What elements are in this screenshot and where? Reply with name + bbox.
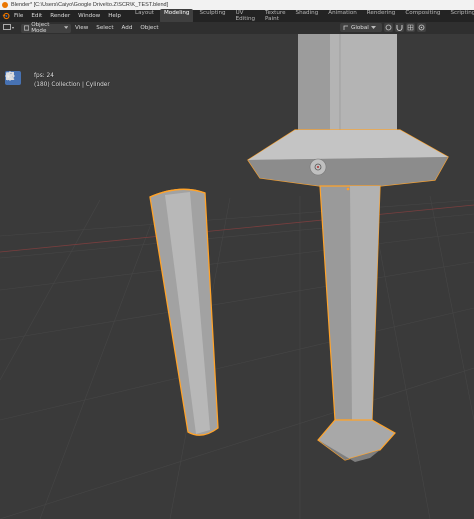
tab-layout[interactable]: Layout (131, 9, 158, 23)
fps-readout: fps: 24 (34, 73, 54, 79)
sword-blade-object[interactable] (298, 34, 397, 130)
tab-animation[interactable]: Animation (324, 9, 361, 23)
snap-element-select[interactable] (406, 23, 415, 32)
editor-type-button[interactable] (0, 24, 18, 33)
editor-type-icon (3, 24, 14, 30)
pivot-point-button[interactable] (384, 23, 393, 32)
floor-grid (0, 195, 474, 519)
tab-modeling[interactable]: Modeling (159, 9, 194, 23)
snap-grid-icon (407, 24, 414, 31)
tool-scale[interactable] (5, 72, 21, 154)
proportional-edit-icon (418, 24, 425, 31)
workspace-tabs: Layout Modeling Sculpting UV Editing Tex… (131, 9, 474, 23)
menu-object[interactable]: Object (136, 25, 162, 31)
chevron-down-icon (370, 25, 376, 29)
object-mode-label: Object Mode (31, 22, 50, 34)
blender-menu-icon[interactable] (2, 11, 10, 21)
tool-annotate[interactable] (5, 73, 21, 191)
tool-transform[interactable] (5, 72, 21, 170)
light-object-icon[interactable] (309, 158, 327, 176)
tab-compositing[interactable]: Compositing (401, 9, 444, 23)
tab-rendering[interactable]: Rendering (363, 9, 400, 23)
menu-window[interactable]: Window (74, 13, 104, 19)
tab-texture-paint[interactable]: Texture Paint (261, 9, 289, 23)
top-menubar: File Edit Render Window Help Layout Mode… (0, 9, 474, 23)
orientation-icon (343, 25, 348, 30)
menu-view[interactable]: View (71, 25, 92, 31)
cylinder-object[interactable] (149, 188, 219, 436)
sword-guard-object[interactable] (247, 129, 449, 462)
menu-add[interactable]: Add (118, 25, 137, 31)
orientation-label: Global (351, 24, 369, 31)
snap-toggle[interactable] (395, 23, 404, 32)
magnet-icon (396, 25, 403, 31)
object-origin-marker (346, 187, 350, 191)
menu-file[interactable]: File (10, 13, 27, 19)
tab-scripting[interactable]: Scripting (446, 9, 474, 23)
chevron-down-icon (63, 26, 68, 29)
collection-info: (180) Collection | Cylinder (34, 82, 110, 88)
window-title: Blender* [C:\Users\Caiyo\Google Drive\to… (11, 2, 169, 8)
tool-move[interactable] (5, 71, 21, 122)
menu-help[interactable]: Help (104, 13, 125, 19)
tab-sculpting[interactable]: Sculpting (195, 9, 229, 23)
pivot-icon (385, 24, 392, 31)
viewport-scene[interactable] (0, 34, 474, 519)
viewport-info-overlay: fps: 24 (180) Collection | Cylinder (34, 72, 110, 90)
transform-controls: Global (340, 23, 426, 32)
tool-measure[interactable] (5, 72, 21, 207)
tool-shelf (5, 71, 23, 207)
object-mode-select[interactable]: Object Mode (21, 22, 71, 34)
menu-edit[interactable]: Edit (27, 13, 46, 19)
x-axis-line (0, 204, 474, 253)
orientation-select[interactable]: Global (340, 23, 382, 32)
viewport-header: Object Mode View Select Add Object Globa… (0, 22, 474, 34)
3d-viewport[interactable]: fps: 24 (180) Collection | Cylinder (0, 34, 474, 519)
measure-icon (6, 72, 15, 80)
tab-shading[interactable]: Shading (292, 9, 323, 23)
proportional-edit-toggle[interactable] (417, 23, 426, 32)
tool-cursor[interactable] (5, 72, 21, 101)
object-mode-icon (24, 25, 30, 31)
menu-render[interactable]: Render (46, 13, 74, 19)
tab-uv-editing[interactable]: UV Editing (232, 9, 259, 23)
blender-logo-icon (2, 2, 8, 8)
tool-rotate[interactable] (5, 71, 21, 138)
menu-select[interactable]: Select (92, 25, 117, 31)
